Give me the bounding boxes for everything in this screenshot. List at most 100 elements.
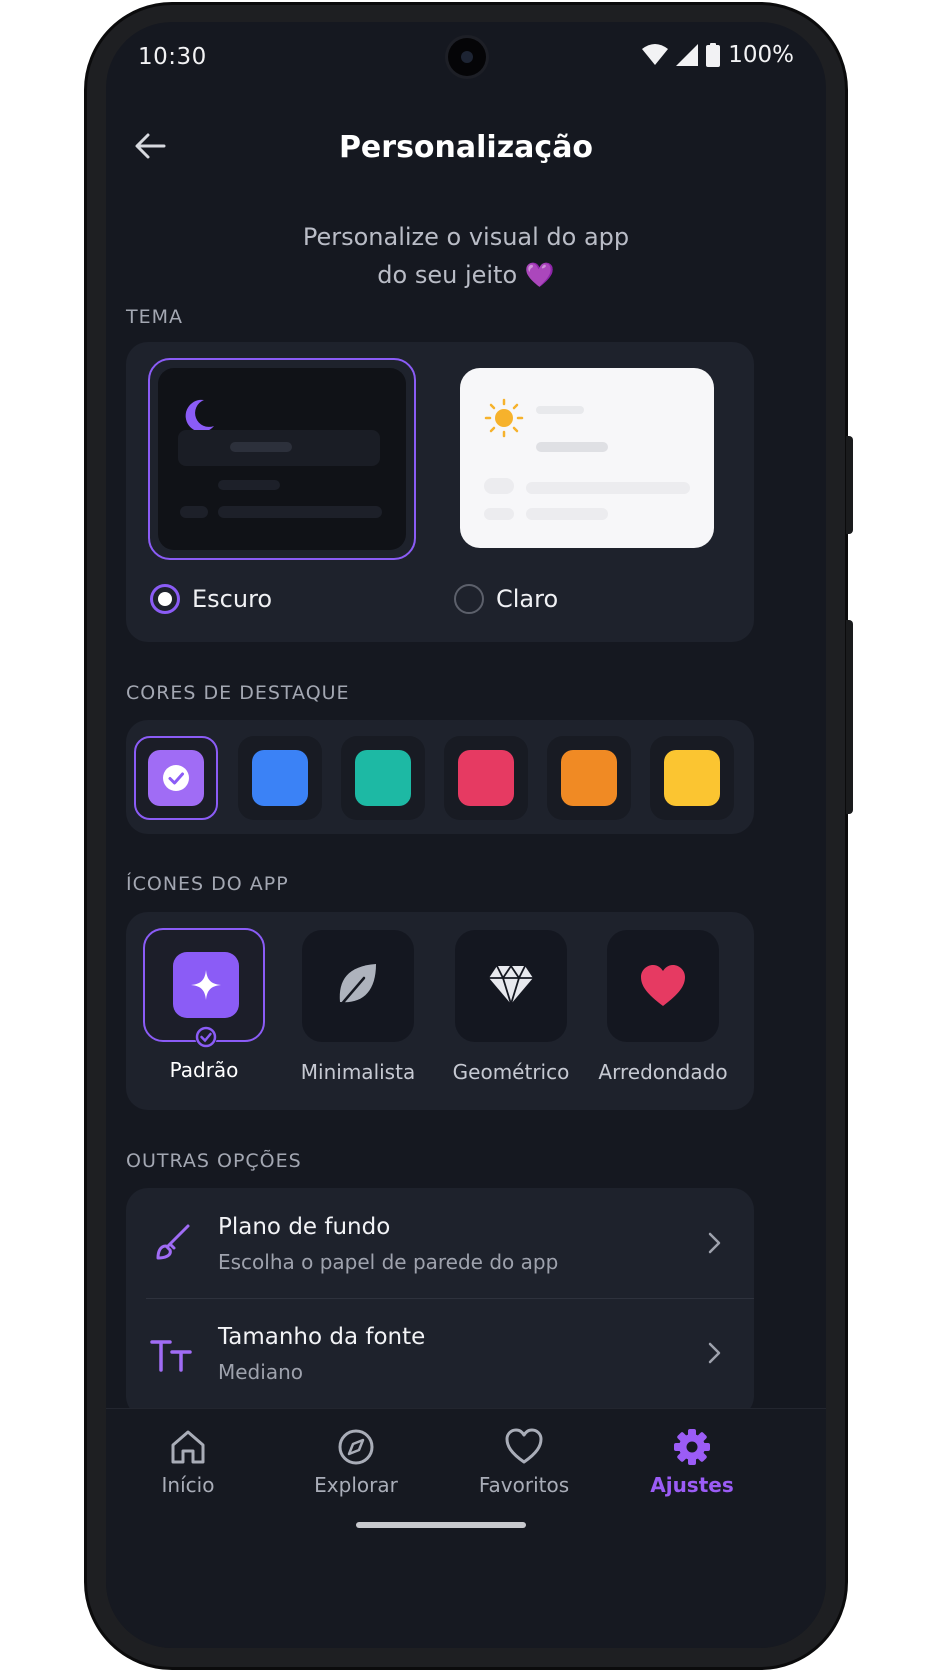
leaf-icon <box>338 964 376 1008</box>
check-icon <box>168 772 184 785</box>
app-icon-option-geometric[interactable]: Geométrico <box>436 930 586 1084</box>
diamond-icon <box>489 964 533 1006</box>
app-icon-label: Arredondado <box>598 1060 728 1084</box>
light-option-label: Claro <box>496 585 559 613</box>
preview-line <box>536 406 584 414</box>
swatch-color <box>148 750 204 806</box>
battery-icon <box>706 43 721 67</box>
heart-icon <box>641 965 685 1006</box>
nav-item-home[interactable]: Início <box>108 1427 268 1497</box>
app-icon-box <box>302 930 414 1042</box>
chevron-right-icon <box>708 1342 721 1364</box>
accent-swatch-purple[interactable] <box>134 736 218 820</box>
list-item-font-size[interactable]: Tamanho da fonte Mediano <box>126 1298 754 1408</box>
swatch-color <box>355 750 411 806</box>
compass-icon <box>338 1429 374 1465</box>
app-icon-option-default[interactable]: Padrão <box>129 928 279 1082</box>
nav-label: Ajustes <box>650 1473 734 1497</box>
app-icon-label: Minimalista <box>300 1060 416 1084</box>
status-time: 10:30 <box>138 44 207 70</box>
app-icon-option-minimal[interactable]: Minimalista <box>283 930 433 1084</box>
screen: 10:30 100% Personalização Personalize o … <box>106 22 826 1648</box>
accent-swatch-orange[interactable] <box>547 736 631 820</box>
list-item-title: Tamanho da fonte <box>218 1324 426 1350</box>
sparkle-icon <box>191 970 221 1000</box>
dark-option-label: Escuro <box>192 585 273 613</box>
accent-colors-card <box>126 720 754 834</box>
accent-swatch-blue[interactable] <box>238 736 322 820</box>
list-item-background[interactable]: Plano de fundo Escolha o papel de parede… <box>126 1188 754 1298</box>
app-icon-box <box>455 930 567 1042</box>
accent-swatch-yellow[interactable] <box>650 736 734 820</box>
swatch-color <box>664 750 720 806</box>
preview-line <box>484 478 514 494</box>
swatch-color <box>561 750 617 806</box>
preview-line <box>536 442 608 452</box>
status-bar: 10:30 100% <box>106 22 826 94</box>
purple-heart-emoji: 💜 <box>524 261 555 289</box>
nav-label: Explorar <box>314 1473 398 1497</box>
preview-line <box>526 482 690 494</box>
volume-button <box>846 436 853 534</box>
app-icon-label: Geométrico <box>452 1060 570 1084</box>
light-theme-preview[interactable] <box>460 368 714 548</box>
preview-line <box>218 480 280 490</box>
app-icon-box <box>143 928 265 1048</box>
app-icons-section-label: ÍCONES DO APP <box>126 873 289 895</box>
preview-line <box>180 506 208 518</box>
dark-preview-inner <box>158 368 406 550</box>
preview-line <box>230 442 292 452</box>
status-icons: 100% <box>642 42 794 68</box>
preview-line <box>484 508 514 520</box>
bottom-navigation: Início Explorar Favoritos Ajustes <box>106 1408 826 1648</box>
preview-line <box>526 508 608 520</box>
brush-icon <box>156 1224 190 1260</box>
nav-label: Início <box>161 1473 215 1497</box>
list-item-subtitle: Mediano <box>218 1360 303 1384</box>
signal-icon <box>676 44 699 66</box>
app-icon-label: Padrão <box>169 1058 239 1082</box>
subtitle-line-1: Personalize o visual do app <box>302 223 630 251</box>
dark-theme-preview[interactable] <box>148 358 416 560</box>
check-icon <box>195 1026 217 1048</box>
home-icon <box>171 1430 205 1464</box>
subtitle-line-2: do seu jeito 💜 <box>106 256 826 294</box>
theme-option-light[interactable]: Claro <box>454 584 558 614</box>
list-item-title: Plano de fundo <box>218 1214 391 1240</box>
heart-outline-icon <box>505 1428 543 1464</box>
theme-option-dark[interactable]: Escuro <box>150 584 272 614</box>
front-camera <box>448 38 486 76</box>
sparkle-icon-bg <box>173 952 239 1018</box>
app-icon-box <box>607 930 719 1042</box>
chevron-right-icon <box>708 1232 721 1254</box>
theme-section-label: TEMA <box>126 306 184 328</box>
subtitle-line-2-text: do seu jeito <box>377 261 518 289</box>
selected-check-circle <box>163 765 189 791</box>
nav-item-explore[interactable]: Explorar <box>276 1427 436 1497</box>
page-title: Personalização <box>338 130 594 165</box>
accent-section-label: CORES DE DESTAQUE <box>126 682 350 704</box>
app-icon-option-rounded[interactable]: Arredondado <box>588 930 738 1084</box>
wifi-icon <box>642 44 669 65</box>
accent-swatch-teal[interactable] <box>341 736 425 820</box>
other-options-card: Plano de fundo Escolha o papel de parede… <box>126 1188 754 1418</box>
theme-card: Escuro Claro <box>126 342 754 642</box>
moon-icon <box>185 399 214 432</box>
dark-radio-button[interactable] <box>150 584 180 614</box>
preview-line <box>218 506 382 518</box>
nav-item-favorites[interactable]: Favoritos <box>444 1427 604 1497</box>
selected-check-badge <box>195 1026 217 1048</box>
nav-label: Favoritos <box>478 1473 570 1497</box>
app-icons-card: Padrão Minimalista Geométrico Arredondad… <box>126 912 754 1110</box>
light-radio-button[interactable] <box>454 584 484 614</box>
text-size-icon <box>150 1340 192 1372</box>
sun-icon <box>484 398 524 438</box>
list-item-subtitle: Escolha o papel de parede do app <box>218 1250 559 1274</box>
other-options-section-label: OUTRAS OPÇÕES <box>126 1150 302 1172</box>
gear-icon <box>674 1429 710 1465</box>
nav-item-settings[interactable]: Ajustes <box>612 1427 772 1497</box>
accent-swatch-red[interactable] <box>444 736 528 820</box>
page-subtitle: Personalize o visual do app do seu jeito… <box>106 218 826 294</box>
swatch-color <box>252 750 308 806</box>
home-indicator[interactable] <box>356 1522 526 1528</box>
